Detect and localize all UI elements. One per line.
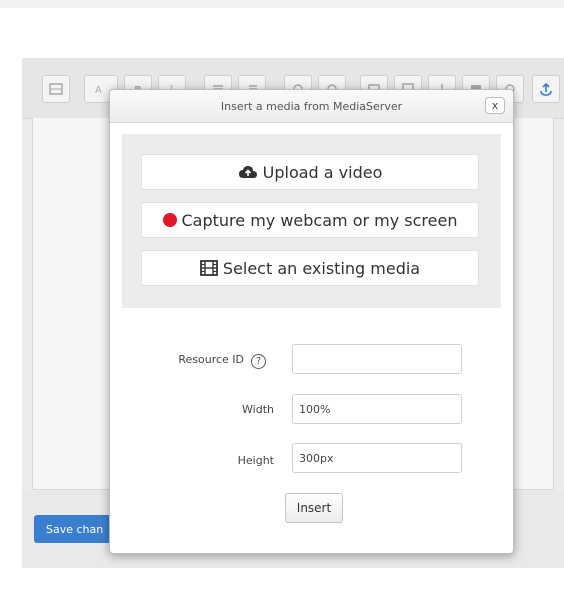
capture-webcam-button[interactable]: Capture my webcam or my screen — [141, 202, 479, 238]
close-button[interactable]: x — [485, 97, 505, 114]
capture-webcam-label: Capture my webcam or my screen — [181, 210, 458, 230]
select-media-button[interactable]: Select an existing media — [141, 250, 479, 286]
close-icon: x — [491, 99, 499, 112]
film-icon — [199, 260, 218, 276]
upload-video-label: Upload a video — [262, 162, 383, 182]
resource-id-label: Resource ID — [178, 353, 244, 366]
image-icon[interactable] — [42, 75, 70, 103]
upload-video-button[interactable]: Upload a video — [141, 154, 479, 190]
help-icon[interactable]: ? — [251, 354, 266, 369]
dialog-title: Insert a media from MediaServer — [220, 99, 403, 113]
insert-button[interactable]: Insert — [285, 493, 343, 523]
height-input[interactable] — [292, 443, 462, 473]
width-label: Width — [242, 403, 274, 416]
svg-text:A: A — [95, 85, 102, 96]
dialog-header: Insert a media from MediaServer x — [110, 90, 513, 123]
media-options-panel: Upload a video Capture my webcam or my s… — [122, 134, 501, 308]
record-icon — [162, 213, 177, 227]
select-media-label: Select an existing media — [222, 258, 421, 278]
top-strip — [0, 0, 564, 8]
cloud-upload-icon — [238, 164, 258, 180]
media-dialog: Insert a media from MediaServer x Upload… — [109, 89, 514, 554]
height-label: Height — [237, 454, 274, 467]
width-input[interactable] — [292, 394, 462, 424]
upload-icon[interactable] — [532, 75, 560, 103]
resource-id-input[interactable] — [292, 344, 462, 374]
